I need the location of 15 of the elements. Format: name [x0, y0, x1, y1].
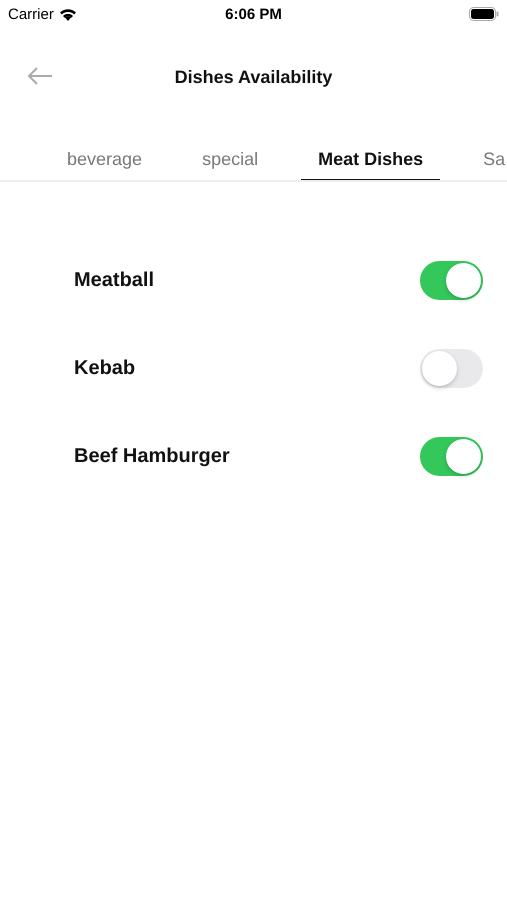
page-title: Dishes Availability	[174, 66, 332, 88]
availability-switch[interactable]	[420, 348, 483, 388]
dish-name: Kebab	[74, 356, 136, 380]
availability-switch[interactable]	[420, 436, 483, 476]
category-tab[interactable]: Sa	[466, 140, 507, 180]
wifi-icon	[58, 8, 77, 20]
status-time: 6:06 PM	[225, 6, 282, 22]
category-tab[interactable]: beverage	[50, 140, 160, 180]
dish-name: Beef Hamburger	[74, 444, 230, 468]
dish-name: Meatball	[74, 268, 154, 292]
availability-switch[interactable]	[420, 260, 483, 300]
battery-icon	[469, 7, 499, 21]
carrier-name: Carrier	[8, 6, 54, 22]
category-tab[interactable]: special	[185, 140, 276, 180]
category-tab[interactable]: Meat Dishes	[301, 140, 440, 180]
